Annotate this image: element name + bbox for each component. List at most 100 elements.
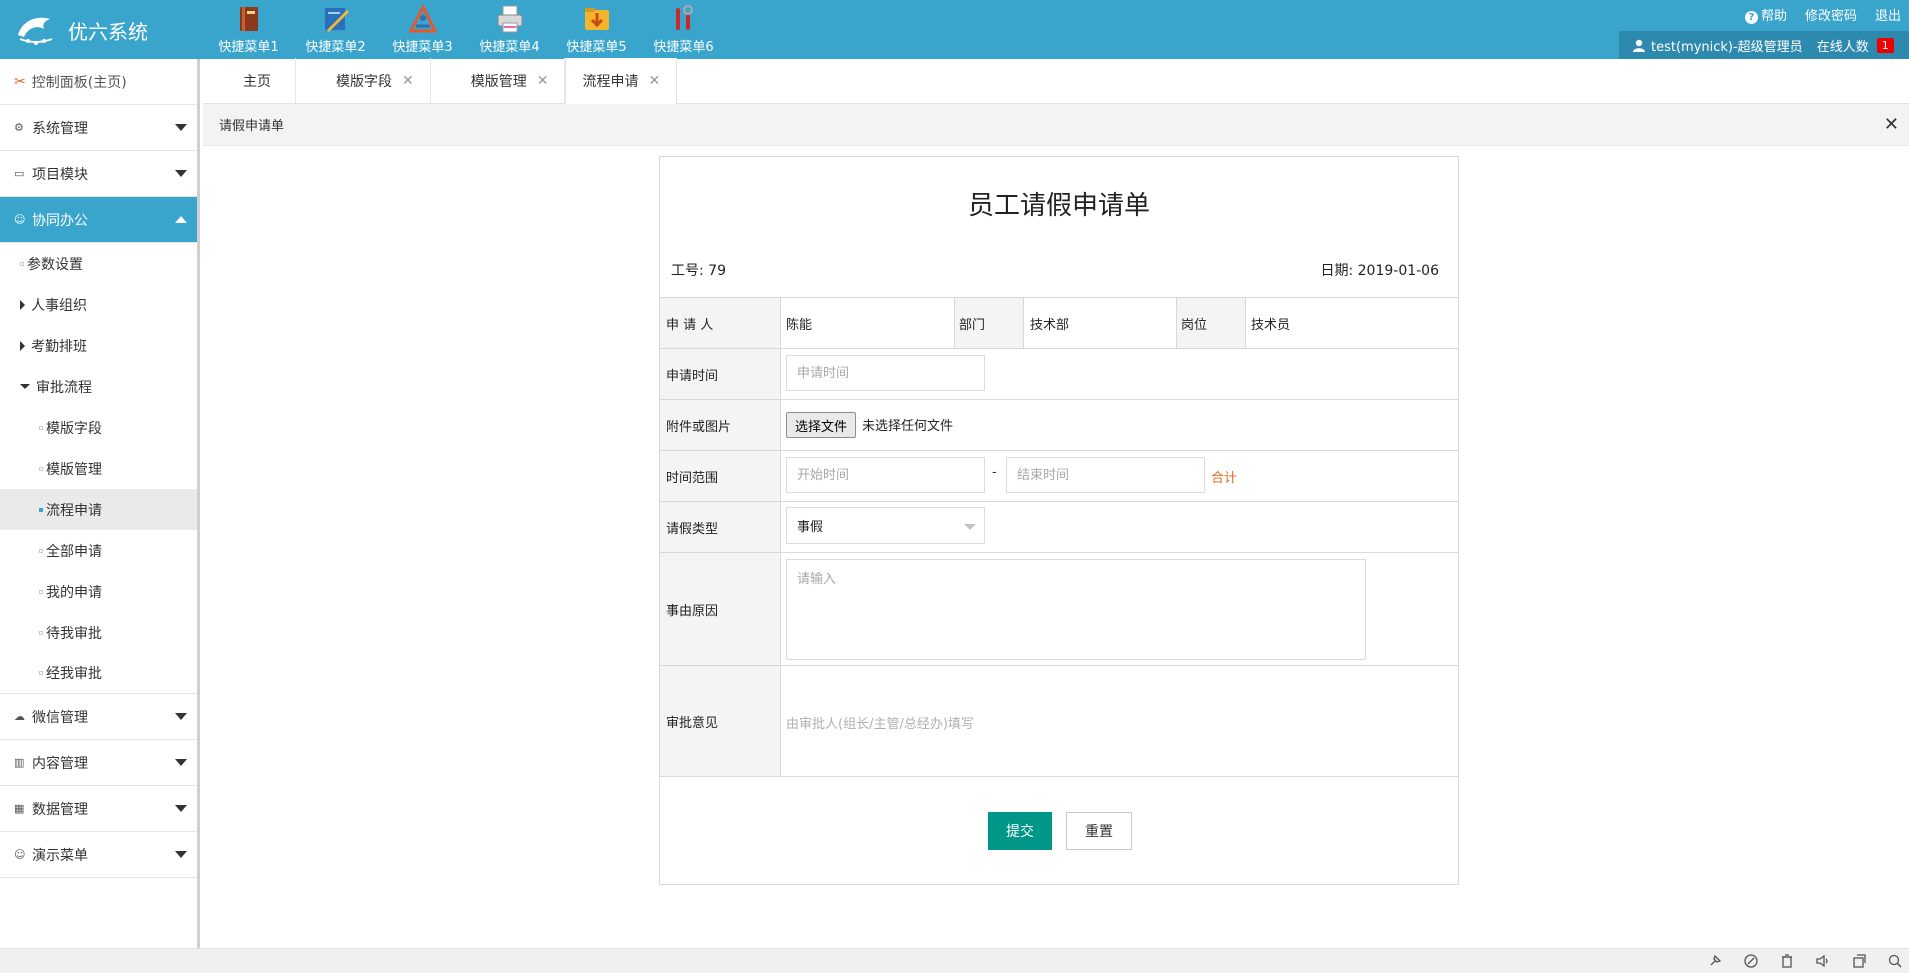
theme-icon[interactable] (1743, 953, 1759, 969)
reason-row: 事由原因 (660, 552, 1458, 665)
range-separator: - (992, 465, 997, 480)
sidebar-group-wechat[interactable]: ☁ 微信管理 (0, 694, 197, 740)
sidebar-item-flow-apply[interactable]: 流程申请 (0, 489, 197, 530)
tab-template-fields[interactable]: 模版字段 ✕ (296, 58, 431, 103)
sidebar-group-content[interactable]: ▥ 内容管理 (0, 740, 197, 786)
dept-value: 技术部 (1030, 317, 1070, 333)
choose-file-button[interactable]: 选择文件 (786, 412, 857, 438)
leave-type-row: 请假类型 事假 (660, 501, 1458, 552)
post-label: 岗位 (1176, 298, 1246, 348)
time-range-label: 时间范围 (660, 451, 781, 501)
bullet-icon (20, 261, 24, 266)
dept-label: 部门 (954, 298, 1024, 348)
dolphin-logo-icon (18, 17, 53, 45)
smile-icon: ☺ (14, 848, 26, 861)
sidebar-group-demo[interactable]: ☺ 演示菜单 (0, 832, 197, 878)
apply-time-input[interactable] (786, 355, 985, 391)
submit-button[interactable]: 提交 (988, 812, 1052, 850)
form-date: 日期: 2019-01-06 (1320, 263, 1439, 279)
logout-link[interactable]: 退出 (1875, 5, 1901, 24)
leave-form: 员工请假申请单 工号: 79 日期: 2019-01-06 申 请 人 陈能 部… (659, 156, 1459, 885)
sidebar-dashboard[interactable]: ✂ 控制面板(主页) (0, 59, 197, 105)
start-time-input[interactable] (786, 457, 985, 493)
help-icon: ? (1744, 11, 1758, 24)
bullet-icon (39, 425, 43, 430)
leave-type-label: 请假类型 (660, 502, 781, 552)
window-icon[interactable] (1851, 953, 1867, 969)
quick-menu-2[interactable]: 快捷菜单2 (292, 0, 379, 59)
sidebar-group-project[interactable]: ▭ 项目模块 (0, 151, 197, 197)
bullet-icon (39, 548, 43, 553)
post-value: 技术员 (1251, 317, 1291, 333)
sidebar-item-template-fields[interactable]: 模版字段 (0, 407, 197, 448)
chevron-up-icon (175, 216, 187, 223)
app-logo[interactable]: 优六系统 (14, 8, 204, 52)
total-link[interactable]: 合计 (1211, 467, 1237, 486)
quick-menu-4[interactable]: 快捷菜单4 (466, 0, 553, 59)
dashboard-icon: ✂ (14, 73, 26, 90)
attachment-row: 附件或图片 选择文件 未选择任何文件 (660, 399, 1458, 450)
sidebar-item-hr[interactable]: 人事组织 (0, 284, 197, 325)
user-icon (1633, 39, 1645, 52)
bullet-icon (39, 507, 43, 512)
close-icon[interactable]: ✕ (402, 73, 414, 89)
sidebar-group-data[interactable]: ▦ 数据管理 (0, 786, 197, 832)
time-range-row: 时间范围 - 合计 (660, 450, 1458, 501)
chevron-down-icon (175, 713, 187, 720)
sidebar-item-my-apply[interactable]: 我的申请 (0, 571, 197, 612)
quick-menu-1[interactable]: 快捷菜单1 (205, 0, 292, 59)
sidebar-item-pending-approval[interactable]: 待我审批 (0, 612, 197, 653)
wrench-tools-icon (675, 5, 693, 30)
quick-menu-6[interactable]: 快捷菜单6 (640, 0, 727, 59)
bullet-icon (39, 466, 43, 471)
approval-note: 由审批人(组长/主管/总经办)填写 (786, 717, 974, 732)
volume-icon[interactable] (1815, 953, 1831, 969)
close-icon[interactable]: ✕ (537, 73, 549, 89)
quick-menu-3[interactable]: 快捷菜单3 (379, 0, 466, 59)
close-icon[interactable]: ✕ (648, 73, 660, 89)
sidebar-item-params[interactable]: 参数设置 (0, 243, 197, 284)
attachment-label: 附件或图片 (660, 400, 781, 450)
bullet-icon (39, 589, 43, 594)
sidebar-item-attendance[interactable]: 考勤排班 (0, 325, 197, 366)
sidebar-group-office[interactable]: ☺ 协同办公 (0, 197, 197, 243)
sidebar-group-system[interactable]: ⚙ 系统管理 (0, 105, 197, 151)
trash-icon[interactable] (1779, 953, 1795, 969)
chevron-down-icon (964, 524, 976, 530)
caret-down-icon (20, 384, 30, 389)
form-title: 员工请假申请单 (967, 191, 1150, 221)
reason-textarea[interactable] (786, 559, 1366, 660)
sidebar-item-approval-flow[interactable]: 审批流程 (0, 366, 197, 407)
change-password-link[interactable]: 修改密码 (1805, 5, 1857, 24)
tab-home[interactable]: 主页 (203, 58, 296, 103)
sidebar-item-template-manage[interactable]: 模版管理 (0, 448, 197, 489)
printer-icon (497, 5, 522, 33)
table-icon: ▭ (14, 167, 25, 180)
search-icon[interactable] (1887, 953, 1903, 969)
wechat-icon: ☁ (14, 710, 25, 723)
pin-icon[interactable] (1707, 953, 1723, 969)
close-icon[interactable]: ✕ (1884, 114, 1899, 135)
tab-template-manage[interactable]: 模版管理 ✕ (431, 58, 566, 103)
reset-button[interactable]: 重置 (1066, 812, 1132, 850)
end-time-input[interactable] (1006, 457, 1205, 493)
quick-menu-5[interactable]: 快捷菜单5 (553, 0, 640, 59)
chevron-down-icon (175, 805, 187, 812)
bullet-icon (39, 630, 43, 635)
app-name: 优六系统 (68, 19, 148, 44)
sidebar-item-all-apply[interactable]: 全部申请 (0, 530, 197, 571)
applicant-row: 申 请 人 陈能 部门 技术部 岗位 技术员 (660, 297, 1458, 348)
online-label: 在线人数 (1816, 39, 1869, 55)
leave-type-select[interactable]: 事假 (786, 507, 985, 544)
chevron-down-icon (175, 170, 187, 177)
tab-bar: 主页 模版字段 ✕ 模版管理 ✕ 流程申请 ✕ (203, 58, 1909, 104)
sidebar: ✂ 控制面板(主页) ⚙ 系统管理 ▭ 项目模块 ☺ 协同办公 参数设置 人事组… (0, 59, 200, 948)
gear-icon: ⚙ (14, 121, 24, 134)
user-name[interactable]: test(mynick)-超级管理员 (1651, 36, 1803, 55)
download-folder-icon (584, 8, 609, 30)
approval-label: 审批意见 (660, 666, 781, 776)
sidebar-item-approved-by-me[interactable]: 经我审批 (0, 653, 197, 694)
tab-flow-apply[interactable]: 流程申请 ✕ (565, 58, 678, 104)
online-count-badge: 1 (1876, 37, 1894, 53)
help-link[interactable]: ? 帮助 (1744, 5, 1787, 24)
